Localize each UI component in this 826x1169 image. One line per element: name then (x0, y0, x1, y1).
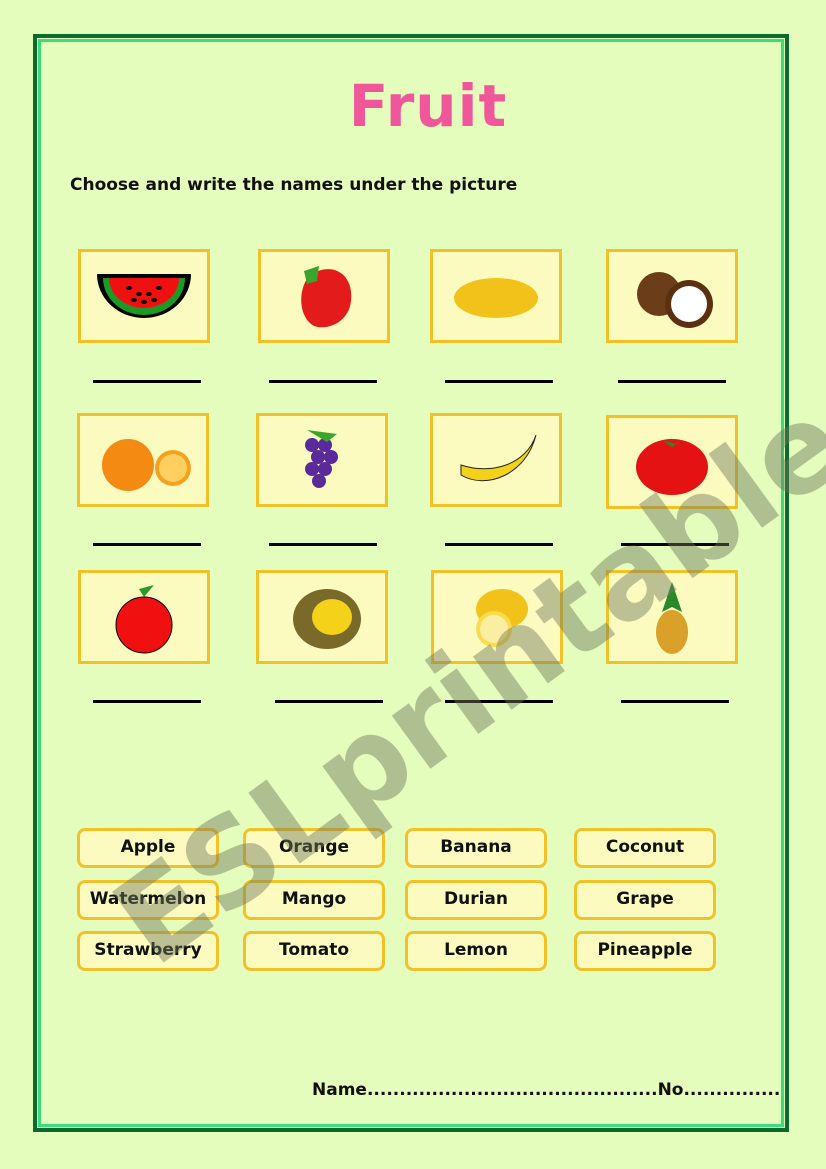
answer-line[interactable] (93, 700, 201, 703)
tomato-icon (636, 439, 708, 495)
answer-line[interactable] (275, 700, 383, 703)
orange-icon (102, 439, 191, 491)
picture-box (606, 570, 738, 664)
apple-icon (115, 585, 173, 654)
word-watermelon: Watermelon (77, 880, 219, 920)
instruction: Choose and write the names under the pic… (70, 175, 518, 195)
picture-box (256, 413, 388, 507)
answer-line[interactable] (445, 700, 553, 703)
picture-box (256, 570, 388, 664)
picture-box (431, 570, 563, 664)
mango-icon (454, 278, 538, 318)
word-grape: Grape (574, 880, 716, 920)
answer-line[interactable] (93, 380, 201, 383)
lemon-icon (476, 589, 528, 647)
answer-line[interactable] (445, 543, 553, 546)
grape-icon (305, 430, 338, 488)
picture-box (606, 415, 738, 509)
word-banana: Banana (405, 828, 547, 868)
durian-icon (293, 589, 361, 649)
word-strawberry: Strawberry (77, 931, 219, 971)
word-mango: Mango (243, 880, 385, 920)
picture-box (606, 249, 738, 343)
answer-line[interactable] (269, 380, 377, 383)
word-apple: Apple (77, 828, 219, 868)
picture-box (258, 249, 390, 343)
strawberry-icon (301, 266, 352, 328)
answer-line[interactable] (93, 543, 201, 546)
coconut-icon (637, 272, 713, 328)
word-lemon: Lemon (405, 931, 547, 971)
page-title: Fruit (348, 72, 508, 140)
word-tomato: Tomato (243, 931, 385, 971)
pineapple-icon (656, 582, 688, 654)
name-label: Name....................................… (312, 1080, 658, 1100)
answer-line[interactable] (621, 543, 729, 546)
answer-line[interactable] (269, 543, 377, 546)
picture-box (430, 413, 562, 507)
name-number-line[interactable]: Name....................................… (312, 1080, 780, 1100)
banana-icon (460, 434, 537, 482)
picture-box (78, 570, 210, 664)
picture-box (77, 413, 209, 507)
number-label: No............... (657, 1080, 781, 1100)
watermelon-icon (97, 274, 191, 318)
answer-line[interactable] (445, 380, 553, 383)
word-orange: Orange (243, 828, 385, 868)
word-durian: Durian (405, 880, 547, 920)
answer-line[interactable] (618, 380, 726, 383)
answer-line[interactable] (621, 700, 729, 703)
picture-box (430, 249, 562, 343)
picture-box (78, 249, 210, 343)
word-pineapple: Pineapple (574, 931, 716, 971)
word-coconut: Coconut (574, 828, 716, 868)
